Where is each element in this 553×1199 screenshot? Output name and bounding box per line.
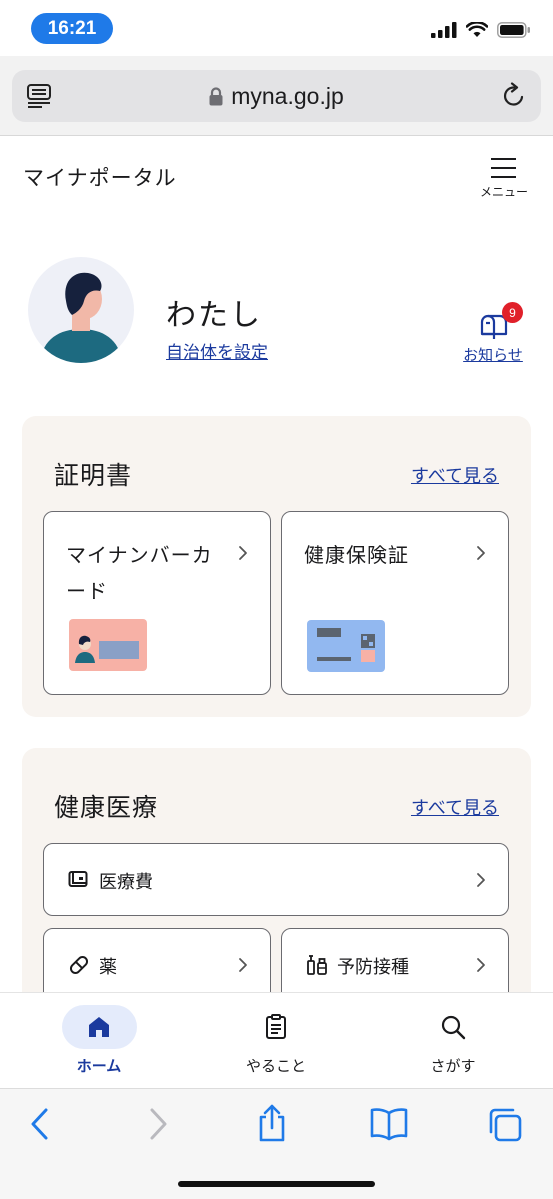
set-municipality-link[interactable]: 自治体を設定 [166,338,268,363]
nav-todo[interactable]: やること [216,1005,336,1076]
menu-label: メニュー [479,185,528,199]
my-number-card[interactable]: マイナンバーカード [43,511,271,695]
nav-todo-label: やること [245,1057,306,1075]
browser-address-area: myna.go.jp [0,56,553,136]
app-bottom-nav: ホーム やること さがす [0,992,553,1088]
url-text: myna.go.jp [231,83,344,109]
health-insurance-card-illustration [307,620,385,672]
home-icon [89,1017,109,1037]
home-indicator [178,1181,375,1187]
nav-home[interactable]: ホーム [39,1005,159,1076]
url-display[interactable]: myna.go.jp [12,83,541,110]
address-bar[interactable]: myna.go.jp [12,70,541,122]
profile-name: わたし [166,298,262,333]
health-title: 健康医療 [54,793,159,822]
search-icon [441,1015,466,1040]
certificates-see-all-link[interactable]: すべて見る [411,462,499,488]
health-insurance-card-label: 健康保険証 [304,543,409,567]
person-icon [40,272,122,363]
forward-icon[interactable] [146,1107,170,1141]
site-title[interactable]: マイナポータル [23,162,177,192]
tabs-icon[interactable] [487,1107,523,1143]
vaccine-icon [307,955,327,975]
status-time: 16:21 [31,13,113,44]
clipboard-icon [266,1014,286,1039]
medical-expenses-item[interactable]: 医療費 [43,843,509,916]
chevron-right-icon [477,546,485,560]
health-section: 健康医療 すべて見る 医療費 薬 予防接種 [22,748,531,1028]
nav-search-label: さがす [430,1057,476,1075]
back-icon[interactable] [28,1107,52,1141]
medicine-label: 薬 [99,957,117,978]
nav-search-pill [416,1005,491,1049]
nav-home-pill [61,1005,137,1049]
medical-expenses-label: 医療費 [99,872,153,893]
chevron-right-icon [477,873,485,887]
reload-icon[interactable] [500,82,528,110]
avatar [28,257,134,363]
notifications-button[interactable]: 9 お知らせ [456,302,530,364]
site-header: マイナポータル メニュー [0,137,553,217]
hamburger-icon [491,158,516,185]
wifi-icon [466,22,488,37]
chevron-right-icon [239,958,247,972]
status-bar: 16:21 [0,0,553,56]
notification-badge: 9 [502,302,523,323]
share-icon[interactable] [256,1103,288,1143]
certificates-title: 証明書 [54,461,133,490]
notifications-label: お知らせ [463,346,523,364]
signal-icon [431,22,457,38]
health-insurance-card[interactable]: 健康保険証 [281,511,509,695]
health-see-all-link[interactable]: すべて見る [411,794,499,820]
chevron-right-icon [477,958,485,972]
nav-search[interactable]: さがす [393,1005,513,1076]
nav-home-label: ホーム [76,1057,122,1075]
my-number-card-label: マイナンバーカード [66,543,213,603]
status-icons [431,22,531,38]
bookmarks-icon[interactable] [370,1107,408,1141]
menu-button[interactable]: メニュー [476,154,532,200]
pill-icon [69,955,89,975]
battery-icon [497,22,530,38]
nav-todo-pill [239,1005,314,1049]
vaccination-label: 予防接種 [337,957,409,978]
my-number-card-illustration [69,619,147,671]
chevron-right-icon [239,546,247,560]
certificates-section: 証明書 すべて見る マイナンバーカード 健康保険証 [22,416,531,717]
wallet-icon [68,871,88,887]
lock-icon [209,87,223,106]
